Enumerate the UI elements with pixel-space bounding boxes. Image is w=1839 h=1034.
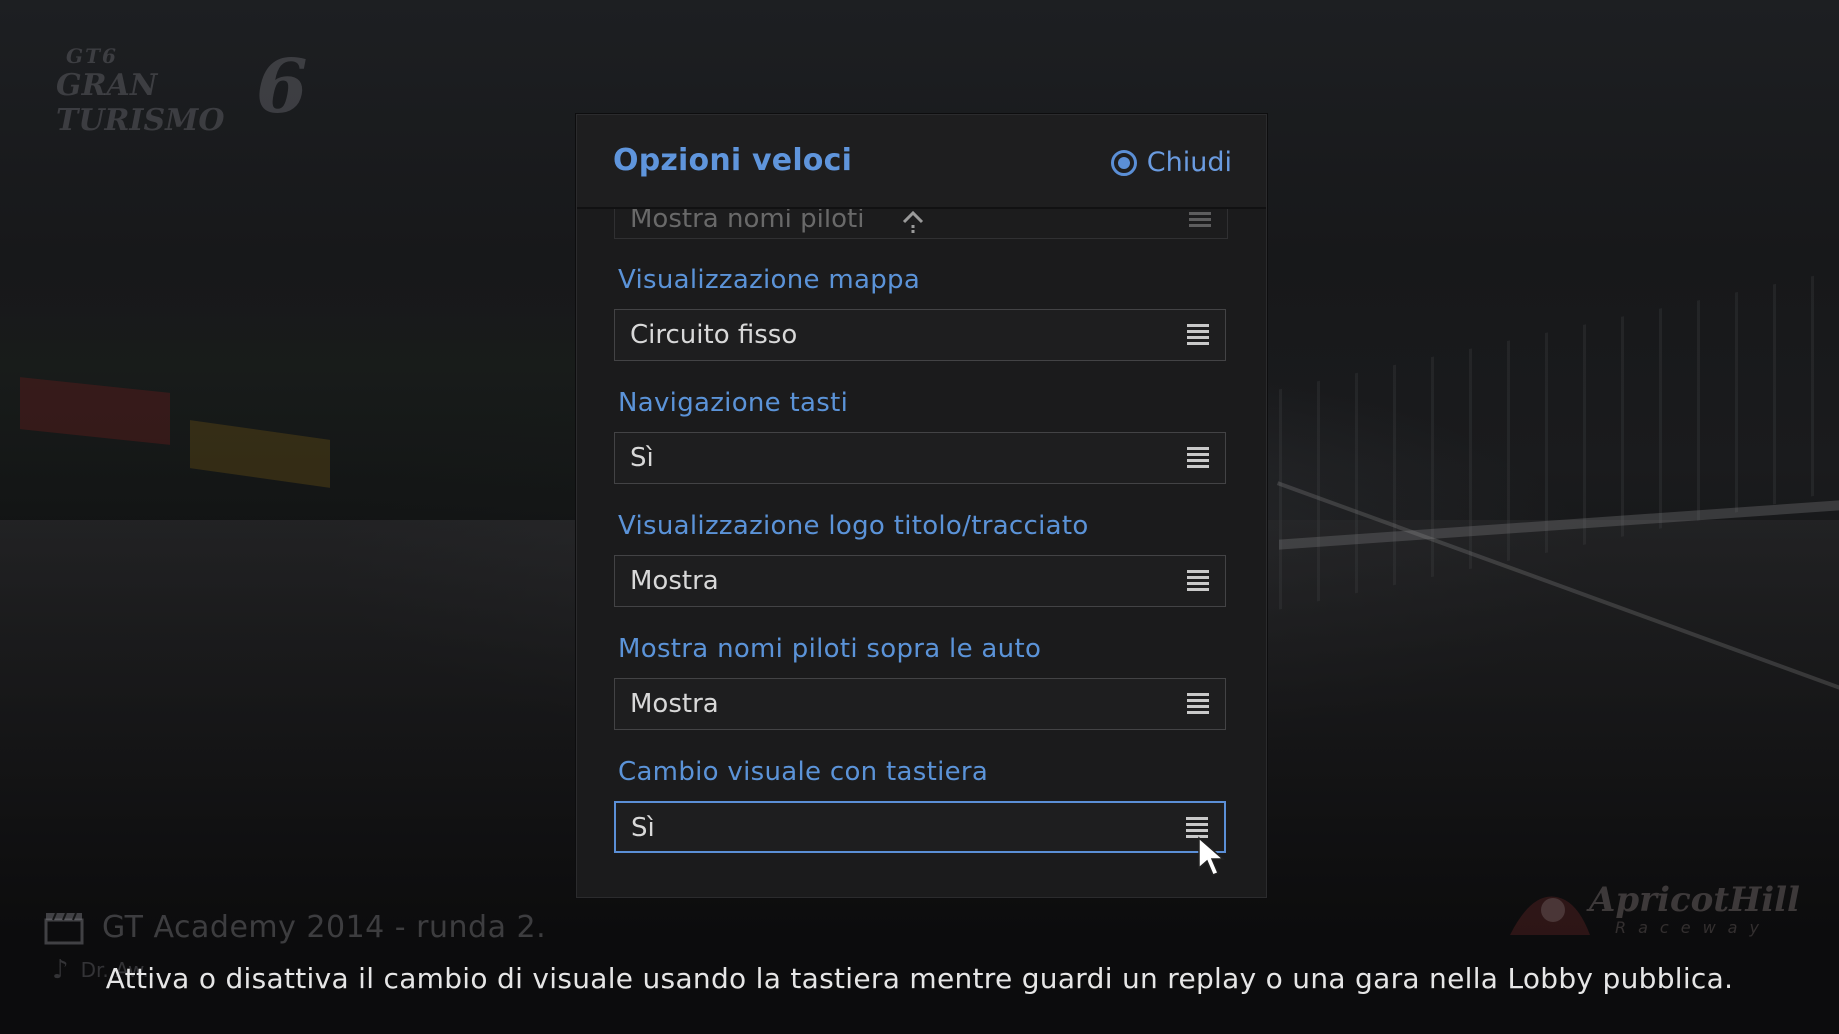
dialog-header: Opzioni veloci Chiudi	[577, 115, 1266, 209]
option-label-keyboard-view-change: Cambio visuale con tastiera	[618, 757, 989, 787]
dialog-title: Opzioni veloci	[613, 143, 853, 178]
game-logo: GT6 GRAN TURISMO 6	[56, 44, 316, 138]
track-logo-name: ApricotHill	[1589, 880, 1800, 920]
replay-title: GT Academy 2014 - runda 2.	[102, 910, 547, 945]
mouse-cursor-icon	[1198, 836, 1225, 876]
options-list[interactable]: Mostra nomi piloti Visualizzazione mappa…	[577, 209, 1266, 897]
quick-options-dialog: Opzioni veloci Chiudi Mostra nomi piloti…	[576, 114, 1267, 898]
menu-icon	[1189, 209, 1211, 228]
select-value: Sì	[630, 443, 654, 473]
game-logo-number: 6	[256, 44, 308, 130]
track-logo-subtitle: Raceway	[1615, 918, 1771, 937]
game-logo-line1: GT6	[66, 44, 118, 68]
scroll-up-arrow-icon[interactable]	[900, 209, 926, 234]
menu-icon	[1187, 447, 1209, 469]
close-label: Chiudi	[1146, 147, 1232, 178]
option-label-driver-names: Mostra nomi piloti sopra le auto	[618, 634, 1042, 664]
menu-icon	[1187, 324, 1209, 346]
select-button-navigation[interactable]: Sì	[614, 432, 1226, 484]
option-label-title-logo-display: Visualizzazione logo titolo/tracciato	[618, 511, 1089, 541]
select-value: Sì	[631, 813, 655, 843]
track-logo: ApricotHill Raceway	[1505, 880, 1800, 940]
select-driver-names[interactable]: Mostra	[614, 678, 1226, 730]
select-keyboard-view-change[interactable]: Sì	[614, 801, 1226, 853]
circle-button-icon	[1110, 149, 1137, 176]
menu-icon	[1187, 693, 1209, 715]
menu-icon	[1187, 570, 1209, 592]
select-map-display[interactable]: Circuito fisso	[614, 309, 1226, 361]
option-description: Attiva o disattiva il cambio di visuale …	[105, 962, 1734, 995]
select-title-logo-display[interactable]: Mostra	[614, 555, 1226, 607]
option-value: Mostra nomi piloti	[630, 209, 865, 234]
select-value: Circuito fisso	[630, 320, 798, 350]
track-logo-emblem	[1510, 896, 1590, 935]
option-select-partial[interactable]: Mostra nomi piloti	[614, 209, 1228, 239]
close-button[interactable]: Chiudi	[1110, 147, 1232, 178]
option-label-button-navigation: Navigazione tasti	[618, 388, 849, 418]
option-label-map-display: Visualizzazione mappa	[618, 265, 921, 295]
select-value: Mostra	[630, 689, 719, 719]
clapperboard-icon	[44, 912, 84, 944]
select-value: Mostra	[630, 566, 719, 596]
